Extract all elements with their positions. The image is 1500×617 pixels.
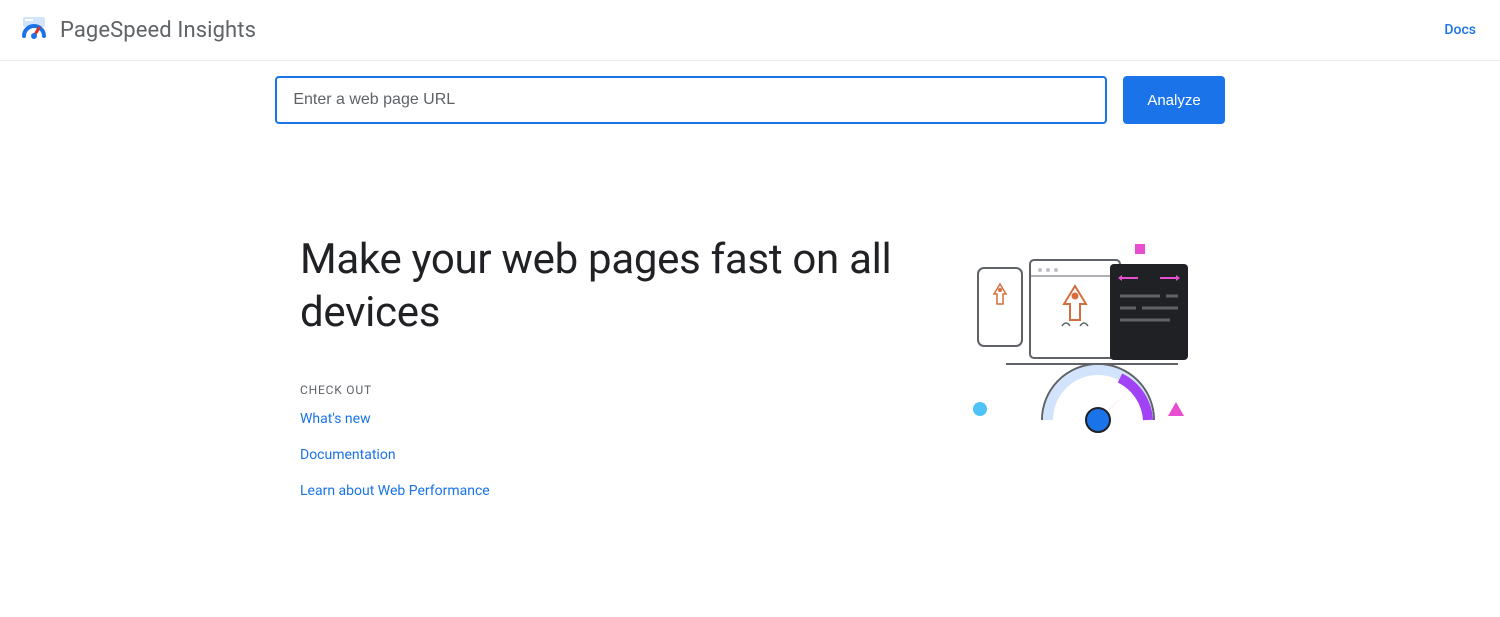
link-documentation[interactable]: Documentation xyxy=(300,447,940,463)
link-whats-new[interactable]: What's new xyxy=(300,411,940,427)
docs-link[interactable]: Docs xyxy=(1444,22,1476,38)
hero-inner: Make your web pages fast on all devices … xyxy=(300,234,1200,519)
hero-links: What's new Documentation Learn about Web… xyxy=(300,411,940,499)
analyze-button[interactable]: Analyze xyxy=(1123,76,1224,124)
app-header: PageSpeed Insights Docs xyxy=(0,0,1500,61)
pagespeed-logo-icon xyxy=(20,14,48,46)
hero-left: Make your web pages fast on all devices … xyxy=(300,234,940,519)
app-title: PageSpeed Insights xyxy=(60,18,256,43)
hero-headline: Make your web pages fast on all devices xyxy=(300,234,940,339)
link-web-performance[interactable]: Learn about Web Performance xyxy=(300,483,940,499)
hero-illustration xyxy=(960,234,1200,444)
brand: PageSpeed Insights xyxy=(20,14,256,46)
checkout-label: CHECK OUT xyxy=(300,383,940,397)
hero-section: Make your web pages fast on all devices … xyxy=(0,234,1500,519)
url-input[interactable] xyxy=(275,76,1107,124)
url-search-row: Analyze xyxy=(0,76,1500,124)
